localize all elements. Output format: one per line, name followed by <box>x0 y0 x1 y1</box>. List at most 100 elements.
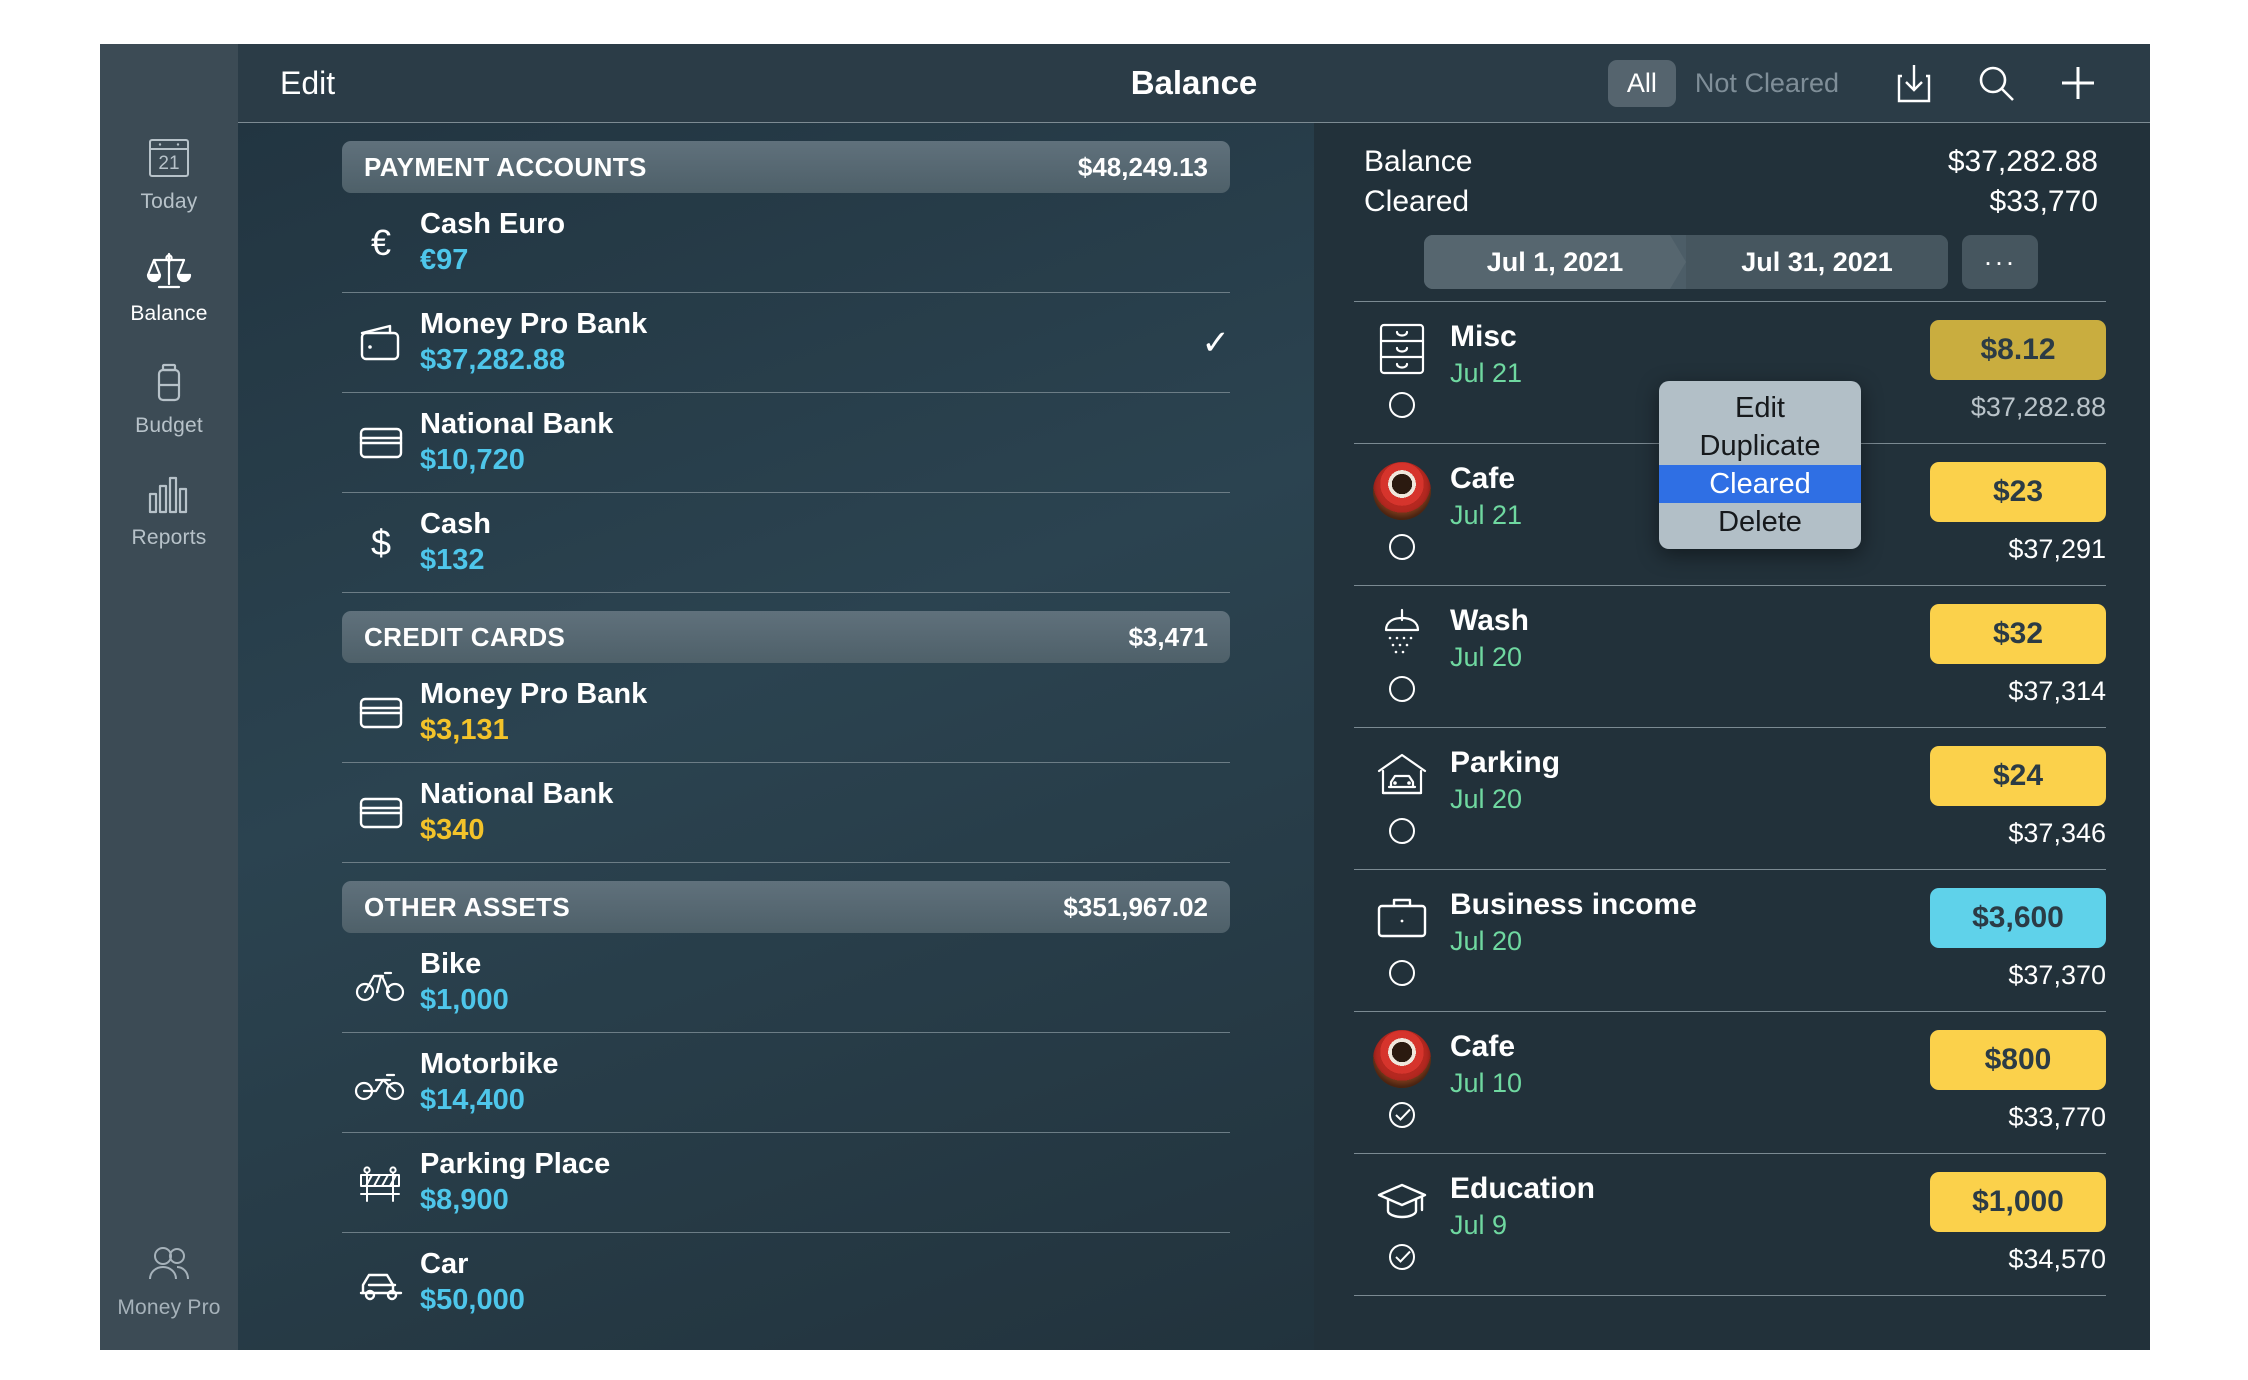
titlebar: Edit Balance All Not Cleared <box>238 44 2150 123</box>
balance-summary: Balance $37,282.88 Cleared $33,770 Jul 1… <box>1354 123 2106 289</box>
account-row[interactable]: Parking Place $8,900 <box>342 1133 1230 1233</box>
account-row[interactable]: National Bank $340 <box>342 763 1230 863</box>
transaction-amount-badge[interactable]: $1,000 <box>1930 1172 2106 1232</box>
account-name: Cash <box>420 508 491 540</box>
transaction-row[interactable]: Wash Jul 20 $32 $37,314 <box>1354 586 2106 728</box>
drawers-icon <box>1377 318 1427 380</box>
account-row[interactable]: $ Cash $132 <box>342 493 1230 593</box>
search-icon[interactable] <box>1970 57 2022 109</box>
account-group-title: CREDIT CARDS <box>364 621 566 652</box>
garage-icon <box>1376 744 1428 806</box>
sidebar-item-label: Money Pro <box>117 1296 221 1319</box>
bar-chart-icon <box>147 468 191 520</box>
cleared-status-icon[interactable] <box>1387 1242 1417 1277</box>
account-group-header[interactable]: OTHER ASSETS $351,967.02 <box>342 881 1230 933</box>
transaction-row[interactable]: Education Jul 9 $1,000 $34,570 <box>1354 1154 2106 1296</box>
running-balance: $37,370 <box>2008 960 2106 990</box>
account-group-total: $48,249.13 <box>1077 151 1208 182</box>
coffee-photo-icon <box>1373 1028 1431 1090</box>
account-group-header[interactable]: CREDIT CARDS $3,471 <box>342 611 1230 663</box>
context-menu-item-edit[interactable]: Edit <box>1659 389 1861 427</box>
transaction-amount-badge[interactable]: $23 <box>1930 462 2106 522</box>
account-row[interactable]: Money Pro Bank $3,131 <box>342 663 1230 763</box>
account-amount: $1,000 <box>420 984 509 1016</box>
transaction-name: Education <box>1450 1172 1596 1205</box>
transaction-name: Parking <box>1450 746 1561 779</box>
account-amount: $37,282.88 <box>420 344 566 376</box>
sidebar-item-balance[interactable]: Balance <box>100 230 238 342</box>
accounts-pane: PAYMENT ACCOUNTS $48,249.13 € Cash Euro €97 M… <box>238 123 1314 1350</box>
transaction-row[interactable]: Cafe Jul 10 $800 $33,770 <box>1354 1012 2106 1154</box>
sidebar-item-budget[interactable]: Budget <box>100 342 238 454</box>
cleared-status-icon[interactable] <box>1387 816 1417 851</box>
cleared-value: $33,770 <box>1989 185 2098 218</box>
barrier-icon <box>342 1161 420 1205</box>
account-row[interactable]: Car $50,000 <box>342 1233 1230 1332</box>
context-menu[interactable]: Edit Duplicate Cleared Delete <box>1659 381 1861 549</box>
running-balance: $37,314 <box>2008 676 2106 706</box>
account-row[interactable]: National Bank $10,720 <box>342 393 1230 493</box>
transaction-row[interactable]: Business income Jul 20 $3,600 $37,370 <box>1354 870 2106 1012</box>
balance-row: Balance $37,282.88 <box>1364 145 2098 179</box>
cleared-row: Cleared $33,770 <box>1364 185 2098 219</box>
cleared-status-icon[interactable] <box>1387 674 1417 709</box>
account-row[interactable]: Bike $1,000 <box>342 933 1230 1033</box>
add-icon[interactable] <box>2052 57 2104 109</box>
card-icon <box>342 791 420 835</box>
transaction-amount-badge[interactable]: $8.12 <box>1930 320 2106 380</box>
dollar-icon: $ <box>370 521 392 563</box>
date-to-button[interactable]: Jul 31, 2021 <box>1686 235 1948 289</box>
money-pro-window: 21 Today Balance Budget Reports Money Pro Ed… <box>100 44 2150 1350</box>
card-icon <box>342 691 420 735</box>
sidebar-item-today[interactable]: 21 Today <box>100 118 238 230</box>
transaction-amount-badge[interactable]: $24 <box>1930 746 2106 806</box>
account-amount: €97 <box>420 244 469 276</box>
filter-not-cleared[interactable]: Not Cleared <box>1676 60 1858 107</box>
transaction-amount-badge[interactable]: $800 <box>1930 1030 2106 1090</box>
svg-text:21: 21 <box>158 153 179 174</box>
account-name: National Bank <box>420 408 614 440</box>
context-menu-item-duplicate[interactable]: Duplicate <box>1659 427 1861 465</box>
account-row[interactable]: Money Pro Bank $37,282.88 ✓ <box>342 293 1230 393</box>
date-range-segmented[interactable]: Jul 1, 2021 Jul 31, 2021 <box>1424 235 1948 289</box>
context-menu-item-cleared[interactable]: Cleared <box>1659 465 1861 503</box>
sidebar-items: 21 Today Balance Budget Reports <box>100 44 238 566</box>
account-name: Cash Euro <box>420 208 566 240</box>
date-from-button[interactable]: Jul 1, 2021 <box>1424 235 1686 289</box>
transaction-row[interactable]: Parking Jul 20 $24 $37,346 <box>1354 728 2106 870</box>
date-range-bar: Jul 1, 2021 Jul 31, 2021 ··· <box>1364 235 2098 289</box>
filter-all[interactable]: All <box>1607 59 1676 107</box>
cleared-status-icon[interactable] <box>1387 958 1417 993</box>
scales-icon <box>146 244 192 296</box>
account-group-header[interactable]: PAYMENT ACCOUNTS $48,249.13 <box>342 141 1230 193</box>
cleared-status-icon[interactable] <box>1387 390 1417 425</box>
date-more-button[interactable]: ··· <box>1962 235 2038 289</box>
account-amount: $340 <box>420 814 485 846</box>
transaction-date: Jul 20 <box>1450 925 1523 956</box>
transaction-amount-badge[interactable]: $32 <box>1930 604 2106 664</box>
transactions-pane: Balance $37,282.88 Cleared $33,770 Jul 1… <box>1314 123 2150 1350</box>
account-group-title: PAYMENT ACCOUNTS <box>364 151 647 182</box>
briefcase-icon <box>1376 886 1428 948</box>
edit-button[interactable]: Edit <box>280 65 335 102</box>
cleared-filter-segmented[interactable]: All Not Cleared <box>1607 59 1858 107</box>
sidebar-item-money-pro[interactable]: Money Pro <box>100 1224 238 1336</box>
account-amount: $8,900 <box>420 1184 509 1216</box>
users-icon <box>146 1238 192 1290</box>
cleared-status-icon[interactable] <box>1387 1100 1417 1135</box>
transaction-name: Misc <box>1450 320 1517 353</box>
bicycle-icon <box>342 962 420 1004</box>
transaction-date: Jul 20 <box>1450 783 1523 814</box>
account-name: Car <box>420 1248 469 1280</box>
sidebar-item-reports[interactable]: Reports <box>100 454 238 566</box>
running-balance: $37,291 <box>2008 534 2106 564</box>
import-icon[interactable] <box>1888 57 1940 109</box>
cleared-status-icon[interactable] <box>1387 532 1417 567</box>
transaction-date: Jul 20 <box>1450 641 1523 672</box>
calendar-icon: 21 <box>146 132 192 184</box>
shower-icon <box>1373 602 1431 664</box>
account-row[interactable]: € Cash Euro €97 <box>342 193 1230 293</box>
transaction-amount-badge[interactable]: $3,600 <box>1930 888 2106 948</box>
context-menu-item-delete[interactable]: Delete <box>1659 503 1861 541</box>
account-row[interactable]: Motorbike $14,400 <box>342 1033 1230 1133</box>
